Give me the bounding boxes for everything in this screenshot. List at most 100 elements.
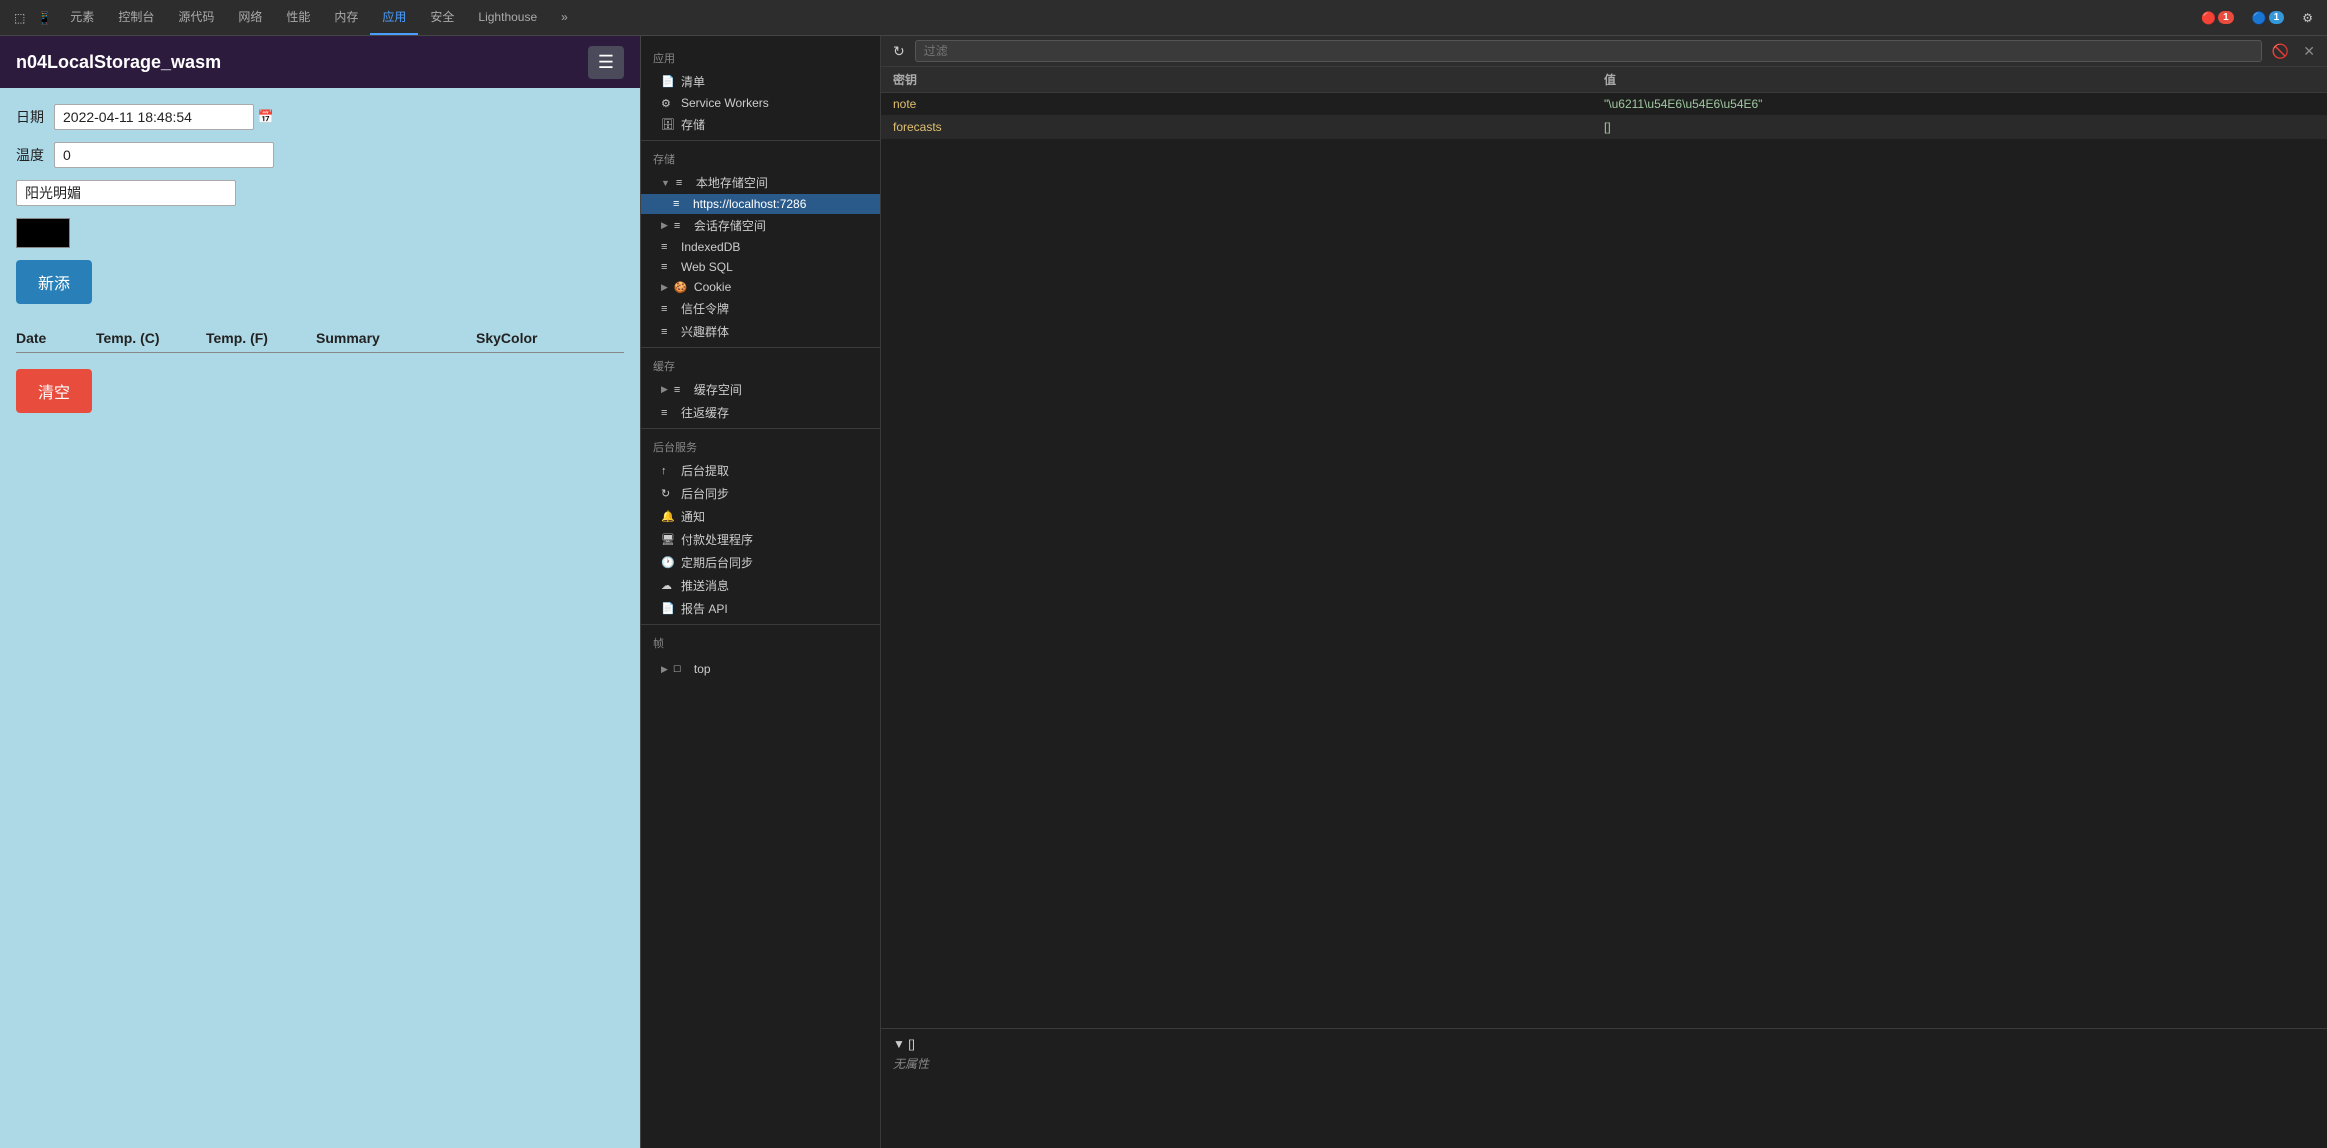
tab-application[interactable]: 应用 <box>370 0 418 35</box>
refresh-button[interactable]: ↻ <box>889 41 909 62</box>
sidebar-item-bg-fetch[interactable]: ↑ 后台提取 <box>641 459 880 482</box>
sidebar-item-bg-sync[interactable]: ↻ 后台同步 <box>641 482 880 505</box>
tab-performance[interactable]: 性能 <box>274 0 322 35</box>
date-form-group: 日期 📅 <box>16 104 624 130</box>
error-count: 1 <box>2218 11 2234 24</box>
separator-4 <box>641 624 880 625</box>
filter-block-btn[interactable]: 🚫 <box>2268 41 2293 62</box>
sidebar-item-websql[interactable]: ≡ Web SQL <box>641 257 880 277</box>
col-key: 密钥 <box>893 71 1604 88</box>
clear-button[interactable]: 清空 <box>16 369 92 413</box>
sidebar-item-cache-storage[interactable]: ▶ ≡ 缓存空间 <box>641 378 880 401</box>
storage-main-icon: 🗄 <box>661 118 675 131</box>
summary-form-group <box>16 180 624 206</box>
indexeddb-icon: ≡ <box>661 241 675 253</box>
sidebar-item-service-workers[interactable]: ⚙ Service Workers <box>641 93 880 113</box>
tab-security[interactable]: 安全 <box>418 0 466 35</box>
sidebar-item-payment-handler[interactable]: 🖥 付款处理程序 <box>641 528 880 551</box>
sidebar-item-periodic-sync-label: 定期后台同步 <box>681 554 753 571</box>
filter-clear-button[interactable]: ✕ <box>2299 41 2319 62</box>
devtools-panel: 应用 📄 清单 ⚙ Service Workers 🗄 存储 存储 ▼ <box>640 36 2327 1148</box>
date-input-wrapper: 📅 <box>54 104 274 130</box>
hamburger-button[interactable]: ☰ <box>588 46 624 79</box>
bg-fetch-icon: ↑ <box>661 465 675 477</box>
summary-input[interactable] <box>16 180 236 206</box>
sidebar-item-storage-main[interactable]: 🗄 存储 <box>641 113 880 136</box>
filter-bar: ↻ 🚫 ✕ <box>881 36 2327 67</box>
temp-input[interactable] <box>54 142 274 168</box>
sidebar-item-cookie-label: Cookie <box>694 280 731 294</box>
push-messaging-icon: ☁ <box>661 579 675 592</box>
sidebar-item-sw-label: Service Workers <box>681 96 769 110</box>
session-storage-expand-icon: ▶ <box>661 220 668 231</box>
tab-network[interactable]: 网络 <box>226 0 274 35</box>
sidebar-item-localhost[interactable]: ≡ https://localhost:7286 <box>641 194 880 214</box>
preview-content: 无属性 <box>893 1055 2315 1072</box>
sidebar-item-notifications[interactable]: 🔔 通知 <box>641 505 880 528</box>
sidebar-item-top-frame[interactable]: ▶ □ top <box>641 659 880 679</box>
sidebar-item-back-forward-cache[interactable]: ≡ 往返缓存 <box>641 401 880 424</box>
separator-3 <box>641 428 880 429</box>
websql-icon: ≡ <box>661 261 675 273</box>
sidebar-item-local-storage[interactable]: ▼ ≡ 本地存储空间 <box>641 171 880 194</box>
payment-handler-icon: 🖥 <box>661 533 675 546</box>
sidebar-item-interest-group[interactable]: ≡ 兴趣群体 <box>641 320 880 343</box>
sidebar-item-notifications-label: 通知 <box>681 508 705 525</box>
sidebar-item-bg-fetch-label: 后台提取 <box>681 462 729 479</box>
col-value: 值 <box>1604 71 2315 88</box>
section-label-frames: 帧 <box>641 629 880 655</box>
warning-badge-btn[interactable]: 🔵 1 <box>2246 8 2291 28</box>
sidebar-item-cookie[interactable]: ▶ 🍪 Cookie <box>641 277 880 297</box>
key-forecasts: forecasts <box>893 120 1604 134</box>
filter-input[interactable] <box>915 40 2262 62</box>
sidebar-item-trust-token-label: 信任令牌 <box>681 300 729 317</box>
add-button[interactable]: 新添 <box>16 260 92 304</box>
value-forecasts: [] <box>1604 120 2315 134</box>
section-label-cache: 缓存 <box>641 352 880 378</box>
sidebar-item-reporting-api-label: 报告 API <box>681 600 728 617</box>
col-tempf: Temp. (F) <box>206 330 316 346</box>
back-forward-cache-icon: ≡ <box>661 407 675 419</box>
device-icon-btn[interactable]: 📱 <box>31 8 58 28</box>
sidebar-item-storage-label: 存储 <box>681 116 705 133</box>
temp-label: 温度 <box>16 145 46 165</box>
key-note: note <box>893 97 1604 111</box>
color-swatch[interactable] <box>16 218 70 248</box>
app-titlebar: n04LocalStorage_wasm ☰ <box>0 36 640 88</box>
tab-elements[interactable]: 元素 <box>58 0 106 35</box>
devtools-top-tabs: ⬚ 📱 元素 控制台 源代码 网络 性能 内存 应用 安全 Lighthouse… <box>8 0 580 35</box>
main-layout: n04LocalStorage_wasm ☰ 日期 📅 温度 <box>0 36 2327 1148</box>
sidebar-item-payment-handler-label: 付款处理程序 <box>681 531 753 548</box>
value-note: "\u6211\u54E6\u54E6\u54E6" <box>1604 97 2315 111</box>
sidebar-item-periodic-sync[interactable]: 🕐 定期后台同步 <box>641 551 880 574</box>
notifications-icon: 🔔 <box>661 510 675 523</box>
tab-more[interactable]: » <box>549 0 580 35</box>
error-badge-btn[interactable]: 🔴 1 <box>2195 8 2240 28</box>
temp-form-group: 温度 <box>16 142 624 168</box>
tab-memory[interactable]: 内存 <box>322 0 370 35</box>
sidebar-item-indexeddb-label: IndexedDB <box>681 240 740 254</box>
settings-btn[interactable]: ⚙ <box>2296 8 2319 28</box>
tab-sources[interactable]: 源代码 <box>166 0 226 35</box>
sidebar-item-cache-storage-label: 缓存空间 <box>694 381 742 398</box>
sidebar-item-websql-label: Web SQL <box>681 260 733 274</box>
data-table-header: 密钥 值 <box>881 67 2327 93</box>
sidebar-item-manifest[interactable]: 📄 清单 <box>641 70 880 93</box>
table-row-forecasts[interactable]: forecasts [] <box>881 116 2327 139</box>
devtools-content: ↻ 🚫 ✕ 密钥 值 note "\u6211\u54E6\u54E6\u54E… <box>881 36 2327 1148</box>
calendar-icon[interactable]: 📅 <box>258 109 274 125</box>
sidebar-item-push-messaging[interactable]: ☁ 推送消息 <box>641 574 880 597</box>
cache-storage-expand-icon: ▶ <box>661 384 668 395</box>
table-row-note[interactable]: note "\u6211\u54E6\u54E6\u54E6" <box>881 93 2327 116</box>
sidebar-item-indexeddb[interactable]: ≡ IndexedDB <box>641 237 880 257</box>
sidebar-item-reporting-api[interactable]: 📄 报告 API <box>641 597 880 620</box>
sidebar-item-trust-token[interactable]: ≡ 信任令牌 <box>641 297 880 320</box>
col-skycolor: SkyColor <box>476 330 596 346</box>
date-input[interactable] <box>54 104 254 130</box>
sidebar-item-session-storage[interactable]: ▶ ≡ 会话存储空间 <box>641 214 880 237</box>
tab-console[interactable]: 控制台 <box>106 0 166 35</box>
col-date: Date <box>16 330 96 346</box>
tab-lighthouse[interactable]: Lighthouse <box>466 0 549 35</box>
cursor-icon-btn[interactable]: ⬚ <box>8 8 31 28</box>
bg-sync-icon: ↻ <box>661 487 675 500</box>
